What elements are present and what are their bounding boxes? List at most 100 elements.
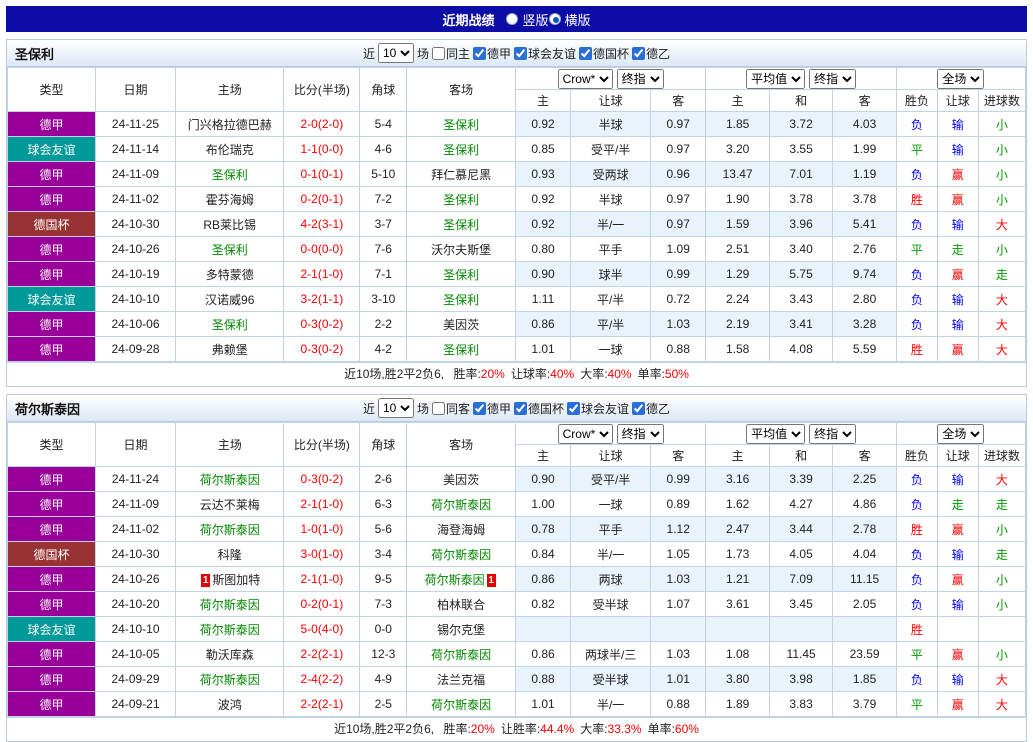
match-score[interactable]: 2-2(2-1) <box>283 641 361 667</box>
radio-label[interactable]: 竖版 <box>522 10 548 29</box>
odds-away: 0.89 <box>650 491 707 517</box>
league-filter-checkbox[interactable] <box>632 46 646 60</box>
same-venue-filter[interactable]: 同客 <box>431 400 470 417</box>
team-label: 美因茨 <box>443 472 480 487</box>
match-score[interactable]: 0-0(0-0) <box>283 236 361 262</box>
avg-draw: 3.83 <box>768 691 834 717</box>
match-score[interactable]: 3-2(1-1) <box>283 286 361 312</box>
match-filter-bar: 近 10 场同客 德甲 德国杯 球会友谊 德乙 <box>363 398 670 418</box>
col-header: 角球 <box>359 422 408 467</box>
league-filter[interactable]: 德乙 <box>632 400 670 417</box>
scope-select[interactable]: 全场 <box>937 68 985 89</box>
team-label: 圣保利 <box>443 267 480 282</box>
team-label: 荷尔斯泰因 <box>199 472 260 487</box>
match-score[interactable]: 0-3(0-2) <box>283 336 361 362</box>
match-score[interactable]: 0-3(0-2) <box>283 466 361 492</box>
away-team: 圣保利 <box>406 186 516 212</box>
league-filter[interactable]: 德甲 <box>472 400 511 417</box>
result-goals: 大 <box>977 691 1027 717</box>
odds-away: 0.88 <box>650 691 707 717</box>
odds-group-header: Crow* 终指 <box>514 67 707 90</box>
home-team: 勒沃库森 <box>174 641 285 667</box>
league-filter[interactable]: 德甲 <box>472 45 511 62</box>
team-label: 圣保利 <box>443 292 480 307</box>
home-team: 圣保利 <box>174 236 285 262</box>
stage-select[interactable]: 终指 <box>809 68 857 89</box>
layout-radio-group: 竖版 横版 <box>506 10 591 29</box>
stage-select[interactable]: 终指 <box>809 423 857 444</box>
match-score[interactable]: 2-2(2-1) <box>283 691 361 717</box>
results-table: 类型 日期 主场 比分(半场) 角球 客场 Crow* 终指 平均值 终指 全场主让球客主和客胜负让… <box>6 67 1027 362</box>
match-score[interactable]: 0-2(0-1) <box>283 186 361 212</box>
league-filter[interactable]: 球会友谊 <box>567 400 629 417</box>
match-score[interactable]: 2-1(1-0) <box>283 261 361 287</box>
league-filter-checkbox[interactable] <box>567 401 581 415</box>
result-handicap: 赢 <box>936 641 979 667</box>
radio-icon[interactable] <box>548 13 561 25</box>
radio-label[interactable]: 横版 <box>565 10 591 29</box>
match-type-badge: 球会友谊 <box>6 286 97 312</box>
league-filter-checkbox[interactable] <box>632 401 646 415</box>
league-filter-checkbox[interactable] <box>514 401 527 415</box>
avg-draw: 5.75 <box>768 261 834 287</box>
sub-col-header: 客 <box>650 89 707 112</box>
league-filter-checkbox[interactable] <box>472 46 486 60</box>
stage-select[interactable]: 终指 <box>616 68 664 89</box>
match-score[interactable]: 0-2(0-1) <box>283 591 361 617</box>
odds-away <box>650 616 707 642</box>
home-team: 1 斯图加特 <box>174 566 285 592</box>
odds-home <box>514 616 572 642</box>
recent-count-select[interactable]: 10 <box>377 43 414 63</box>
match-score[interactable]: 5-0(4-0) <box>283 616 361 642</box>
match-type-badge: 德甲 <box>6 641 97 667</box>
avg-away: 2.78 <box>832 516 897 542</box>
average-select[interactable]: 平均值 <box>746 423 806 444</box>
radio-icon[interactable] <box>506 13 519 25</box>
layout-option[interactable]: 竖版 <box>506 10 549 29</box>
avg-home: 2.51 <box>705 236 770 262</box>
match-score[interactable]: 2-1(1-0) <box>283 491 361 517</box>
avg-away: 4.86 <box>832 491 897 517</box>
league-filter-checkbox[interactable] <box>472 401 486 415</box>
bookmaker-select[interactable]: Crow* <box>557 423 613 444</box>
team-label: 勒沃库森 <box>205 647 254 662</box>
layout-option[interactable]: 横版 <box>548 10 591 29</box>
match-score[interactable]: 1-1(0-0) <box>283 136 361 162</box>
league-filter-checkbox[interactable] <box>579 46 593 60</box>
league-filter-checkbox[interactable] <box>514 46 527 60</box>
match-score[interactable]: 4-2(3-1) <box>283 211 361 237</box>
result-goals: 走 <box>977 541 1027 567</box>
average-select[interactable]: 平均值 <box>746 68 806 89</box>
result-handicap: 走 <box>936 236 979 262</box>
summary-stat-value: 60% <box>674 722 699 736</box>
avg-away: 3.28 <box>832 311 897 337</box>
league-filter[interactable]: 德乙 <box>632 45 670 62</box>
match-score[interactable]: 1-0(1-0) <box>283 516 361 542</box>
match-type-badge: 德甲 <box>6 491 97 517</box>
league-filter[interactable]: 球会友谊 <box>514 45 576 62</box>
match-type-badge: 德甲 <box>6 566 97 592</box>
bookmaker-select[interactable]: Crow* <box>557 68 613 89</box>
match-score[interactable]: 2-1(1-0) <box>283 566 361 592</box>
stage-select[interactable]: 终指 <box>616 423 664 444</box>
result-win-loss: 平 <box>895 236 938 262</box>
result-handicap: 输 <box>936 541 979 567</box>
same-venue-filter[interactable]: 同主 <box>431 45 470 62</box>
league-filter[interactable]: 德国杯 <box>514 400 564 417</box>
match-score[interactable]: 3-0(1-0) <box>283 541 361 567</box>
same-venue-filter-checkbox[interactable] <box>431 46 445 60</box>
match-score[interactable]: 2-0(2-0) <box>283 111 361 137</box>
odds-away: 0.88 <box>650 336 707 362</box>
league-filter[interactable]: 德国杯 <box>579 45 629 62</box>
match-score[interactable]: 0-1(0-1) <box>283 161 361 187</box>
scope-select[interactable]: 全场 <box>937 423 985 444</box>
same-venue-filter-checkbox[interactable] <box>431 401 445 415</box>
match-score[interactable]: 2-4(2-2) <box>283 666 361 692</box>
match-score[interactable]: 0-3(0-2) <box>283 311 361 337</box>
team-label: 荷尔斯泰因 <box>431 547 492 562</box>
sub-col-header: 让球 <box>570 89 652 112</box>
result-win-loss: 负 <box>895 111 938 137</box>
recent-count-select[interactable]: 10 <box>377 398 414 418</box>
match-row: 球会友谊 24-11-14 布伦瑞克 1-1(0-0) 4-6 圣保利 0.85 受平/半 0.… <box>6 136 1027 162</box>
result-goals: 小 <box>977 516 1027 542</box>
